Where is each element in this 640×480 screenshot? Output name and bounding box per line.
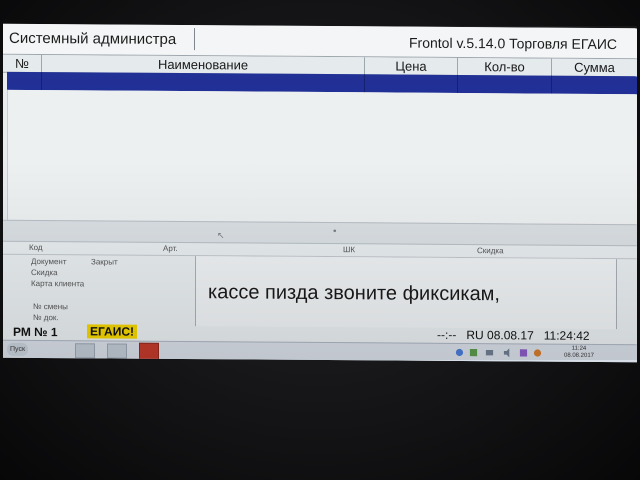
taskbar-clock[interactable]: 11:24 08.08.2017 [559,346,599,360]
taskbar-app-icon[interactable] [75,343,95,359]
col-price: Цена [395,58,427,74]
barcode-label: ШК [343,245,355,255]
title-separator [194,28,195,51]
code-label: Код [29,242,43,253]
frontol-taskbar-icon[interactable] [139,342,159,360]
status-time: 11:24:42 [543,328,590,343]
language-indicator: RU [466,328,484,343]
col-number: № [15,55,29,71]
client-card-label: Карта клиента [31,278,85,289]
network-icon[interactable] [485,348,494,357]
document-number-label: № док. [33,312,59,323]
start-button[interactable]: Пуск [7,342,29,356]
col-name: Наименование [157,56,249,73]
egais-warning-badge[interactable]: ЕГАИС! [87,324,138,339]
tray-icon[interactable] [455,348,464,357]
col-quantity: Кол-во [484,59,525,75]
volume-icon[interactable] [503,348,512,358]
pos-screen: Системный администра Frontol v.5.14.0 То… [3,23,637,363]
status-separator: --:-- [437,327,457,342]
discount-field-label: Скидка [31,267,58,278]
clock-date: 08.08.2017 [563,352,595,359]
taskbar-app-icon[interactable] [107,343,127,359]
row-divider [457,74,458,93]
title-bar: Системный администра Frontol v.5.14.0 То… [3,23,637,60]
message-panel: кассе пизда звоните фиксикам, [196,256,617,330]
receipt-table-body[interactable] [7,89,637,225]
tray-icon[interactable] [533,348,542,357]
row-divider [364,74,365,93]
dot-icon: • [333,226,337,238]
status-info: --:-- RU 08.08.17 11:24:42 [437,328,590,343]
document-status: Закрыт [91,257,118,267]
shift-number-label: № смены [33,301,68,312]
workstation-number: РМ № 1 [13,324,58,340]
operator-name: Системный администра [9,29,177,48]
tray-icon[interactable] [519,348,528,357]
row-divider [551,75,552,94]
document-panel: Документ Закрыт Скидка Карта клиента № с… [3,254,196,327]
document-label: Документ [31,256,67,267]
app-title: Frontol v.5.14.0 Торговля ЕГАИС [409,34,617,53]
mouse-cursor-icon: ↖ [217,230,225,241]
tray-icon[interactable] [469,348,478,357]
col-sum: Сумма [574,59,615,76]
discount-label: Скидка [477,246,504,256]
status-date: 08.08.17 [487,328,534,343]
customer-message: кассе пизда звоните фиксикам, [208,281,500,306]
art-label: Арт. [163,243,178,254]
row-divider [41,72,42,91]
